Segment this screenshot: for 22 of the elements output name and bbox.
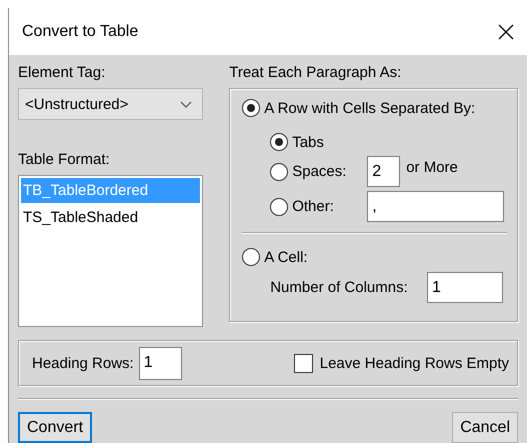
spaces-count-field[interactable]: 2 bbox=[367, 156, 400, 187]
element-tag-dropdown[interactable]: <Unstructured> bbox=[18, 88, 204, 120]
separator-radio[interactable]: Other: bbox=[270, 198, 368, 216]
cell-radio[interactable]: A Cell: bbox=[242, 248, 308, 266]
row-radio[interactable]: A Row with Cells Separated By: bbox=[242, 99, 476, 117]
dialog-button[interactable]: Cancel bbox=[452, 412, 518, 443]
separator-radio[interactable]: Tabs bbox=[270, 133, 324, 151]
window-title: Convert to Table bbox=[22, 22, 138, 40]
suffix-label: or More bbox=[406, 159, 458, 176]
default-button[interactable]: Convert bbox=[18, 412, 92, 443]
chevron-down-icon bbox=[180, 100, 192, 108]
list-item[interactable]: TS_TableShaded bbox=[21, 205, 200, 230]
heading-rows-field[interactable]: 1 bbox=[138, 346, 182, 380]
field-label: Element Tag: bbox=[18, 63, 106, 82]
leave-empty-checkbox[interactable]: Leave Heading Rows Empty bbox=[294, 354, 509, 372]
separator-radio[interactable]: Spaces: bbox=[270, 162, 368, 180]
field-label: Heading Rows: bbox=[32, 354, 134, 372]
field-label: Number of Columns: bbox=[270, 279, 408, 296]
field-label: Table Format: bbox=[18, 150, 111, 169]
other-separator-field[interactable]: , bbox=[367, 191, 504, 222]
columns-field[interactable]: 1 bbox=[427, 272, 503, 303]
group-label: Treat Each Paragraph As: bbox=[229, 63, 402, 82]
